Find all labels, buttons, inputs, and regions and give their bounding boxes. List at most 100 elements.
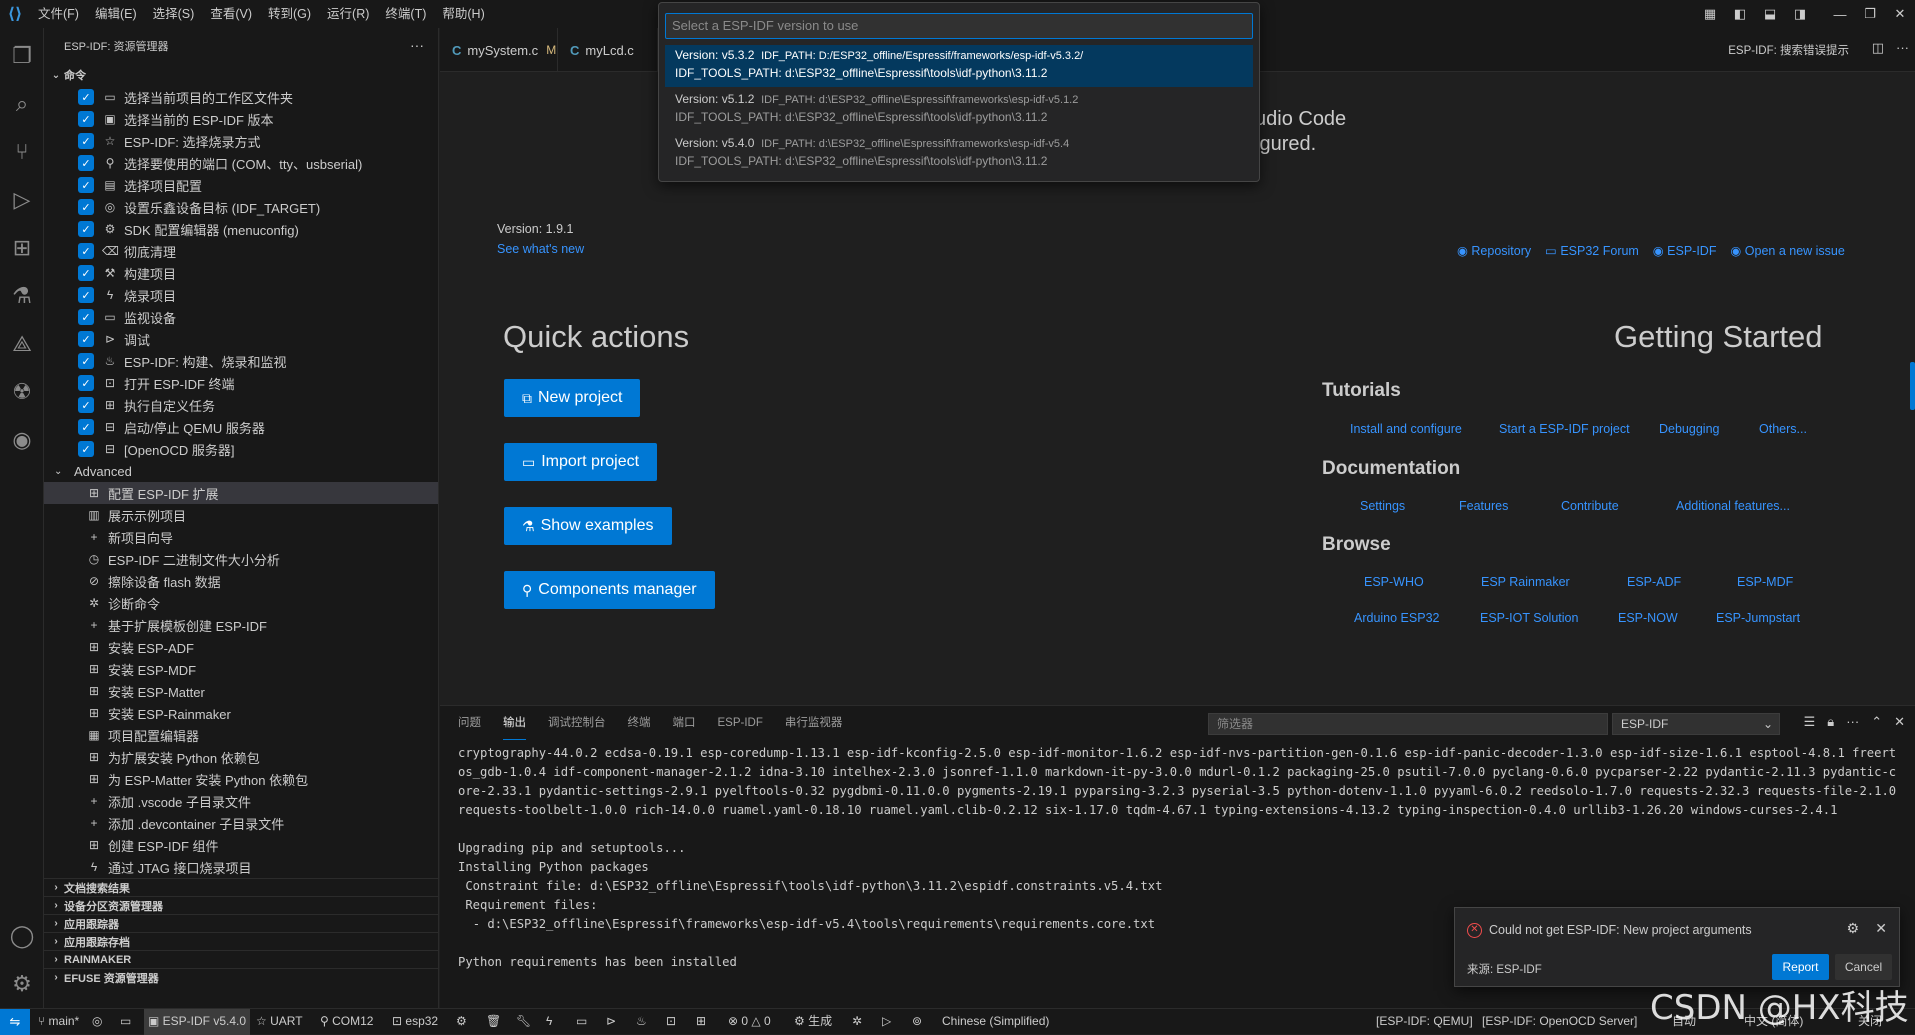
sidebar-section[interactable]: › RAINMAKER [44,950,438,968]
port-status[interactable]: ⚲ COM12 [320,1009,373,1035]
command-item[interactable]: ✓ ϟ 烧录项目 [44,284,438,306]
command-item[interactable]: ✓ ⌫ 彻底清理 [44,240,438,262]
language-status[interactable]: Chinese (Simplified) [942,1009,1049,1035]
espressif-logo-icon[interactable]: ◉ [0,420,44,460]
manage-gear-icon[interactable]: ⚙ [0,964,44,1004]
checkbox-icon[interactable]: ✓ [78,111,94,127]
sync-icon[interactable]: ◎ [92,1009,102,1035]
checkbox-icon[interactable]: ✓ [78,441,94,457]
esp-adf-link[interactable]: ESP-ADF [1627,575,1681,589]
tab-output[interactable]: 输出 [503,706,526,740]
quick-pick-input[interactable]: Select a ESP-IDF version to use [665,13,1253,39]
flash-icon[interactable]: ϟ [546,1009,552,1035]
checkbox-icon[interactable]: ✓ [78,287,94,303]
contribute-link[interactable]: Contribute [1561,499,1619,513]
advanced-item[interactable]: ✲ 诊断命令 [44,592,438,614]
flash-mode-status[interactable]: ☆ UART [256,1009,303,1035]
remote-indicator-icon[interactable]: ⇋ [0,1009,30,1035]
customize-layout-icon[interactable]: ▦ [1695,6,1725,22]
menu-selection[interactable]: 选择(S) [145,0,203,28]
run-debug-icon[interactable]: ▷ [0,180,44,220]
advanced-item[interactable]: ⊞ 安装 ESP-ADF [44,636,438,658]
tab-mylcd-c[interactable]: C myLcd.c [558,28,658,72]
clear-output-icon[interactable]: ☰ [1804,714,1816,730]
openocd-status[interactable]: [ESP-IDF: OpenOCD Server] [1482,1009,1637,1035]
testing-icon[interactable]: ⚗ [0,276,44,316]
checkbox-icon[interactable]: ✓ [78,353,94,369]
advanced-item[interactable]: ⊞ 配置 ESP-IDF 扩展 [44,482,438,504]
idf-version-status[interactable]: ▣ ESP-IDF v5.4.0 [144,1009,251,1035]
build-status[interactable]: ⚙ 生成 [794,1009,832,1035]
output-filter-input[interactable]: 筛选器 [1208,713,1608,735]
checkbox-icon[interactable]: ✓ [78,309,94,325]
account-icon[interactable]: ◯ [0,916,44,956]
build-flash-monitor-flame-icon[interactable]: ♨ [636,1009,647,1035]
menu-help[interactable]: 帮助(H) [434,0,492,28]
advanced-item[interactable]: ⊞ 安装 ESP-MDF [44,658,438,680]
esp-iot-solution-link[interactable]: ESP-IOT Solution [1480,611,1578,625]
restore-icon[interactable]: ❐ [1855,6,1885,22]
checkbox-icon[interactable]: ✓ [78,199,94,215]
forum-link[interactable]: ▭ ESP32 Forum [1545,244,1639,258]
close-panel-icon[interactable]: ✕ [1894,714,1905,730]
menu-go[interactable]: 转到(G) [260,0,319,28]
others-link[interactable]: Others... [1759,422,1807,436]
sidebar-section[interactable]: › 设备分区资源管理器 [44,896,438,914]
command-item[interactable]: ✓ ☆ ESP-IDF: 选择烧录方式 [44,130,438,152]
arduino-esp32-link[interactable]: Arduino ESP32 [1354,611,1439,625]
command-item[interactable]: ✓ ⊳ 调试 [44,328,438,350]
command-item[interactable]: ✓ ▭ 选择当前项目的工作区文件夹 [44,86,438,108]
command-item[interactable]: ✓ ⚲ 选择要使用的端口 (COM、tty、usbserial) [44,152,438,174]
advanced-item[interactable]: ⊞ 安装 ESP-Matter [44,680,438,702]
command-item[interactable]: ✓ ◎ 设置乐鑫设备目标 (IDF_TARGET) [44,196,438,218]
import-project-button[interactable]: ▭ Import project [504,443,658,481]
checkbox-icon[interactable]: ✓ [78,133,94,149]
remote-explorer-icon[interactable]: ⟁ [0,324,44,364]
tab-debug-console[interactable]: 调试控制台 [548,706,606,740]
checkbox-icon[interactable]: ✓ [78,155,94,171]
checkbox-icon[interactable]: ✓ [78,331,94,347]
checkbox-icon[interactable]: ✓ [78,221,94,237]
advanced-item[interactable]: + 添加 .devcontainer 子目录文件 [44,812,438,834]
close-window-icon[interactable]: ✕ [1885,6,1915,22]
toggle-sidebar-icon[interactable]: ◧ [1725,6,1755,22]
tab-mysystem-c[interactable]: C mySystem.c M [440,28,558,72]
advanced-item[interactable]: ▥ 展示示例项目 [44,504,438,526]
sidebar-section[interactable]: › 文档搜索结果 [44,878,438,896]
build-wrench-icon[interactable]: 🔧︎ [516,1009,531,1035]
install-configure-link[interactable]: Install and configure [1350,422,1462,436]
advanced-item[interactable]: ▦ 项目配置编辑器 [44,724,438,746]
search-icon[interactable]: ⌕ [0,84,44,124]
more-actions-icon[interactable]: ··· [410,37,424,53]
debug-icon[interactable]: ⊳ [606,1009,616,1035]
sidebar-section[interactable]: › 应用跟踪存档 [44,932,438,950]
toggle-panel-icon[interactable]: ⬓ [1755,6,1785,22]
quick-pick-item[interactable]: Version: v5.1.2 IDF_PATH: d:\ESP32_offli… [665,89,1253,131]
menu-terminal[interactable]: 终端(T) [377,0,434,28]
repository-link[interactable]: ◉ Repository [1457,244,1531,258]
workspace-folder-icon[interactable]: ▭ [120,1009,131,1035]
esp-mdf-link[interactable]: ESP-MDF [1737,575,1793,589]
show-examples-button[interactable]: ⚗ Show examples [504,507,672,545]
toggle-secondary-sidebar-icon[interactable]: ◨ [1785,6,1815,22]
command-item[interactable]: ✓ ⊟ [OpenOCD 服务器] [44,438,438,460]
panel-more-icon[interactable]: ··· [1846,714,1859,730]
split-editor-icon[interactable]: ◫ [1872,40,1884,56]
advanced-item[interactable]: + 添加 .vscode 子目录文件 [44,790,438,812]
command-item[interactable]: ✓ ⊞ 执行自定义任务 [44,394,438,416]
features-link[interactable]: Features [1459,499,1508,513]
source-control-icon[interactable]: ⑂ [0,132,44,172]
esp-jumpstart-link[interactable]: ESP-Jumpstart [1716,611,1800,625]
advanced-item[interactable]: ϟ 通过 JTAG 接口烧录项目 [44,856,438,878]
settings-link[interactable]: Settings [1360,499,1405,513]
tab-ports[interactable]: 端口 [673,706,696,740]
advanced-item[interactable]: + 新项目向导 [44,526,438,548]
esp-rainmaker-link[interactable]: ESP Rainmaker [1481,575,1570,589]
checkbox-icon[interactable]: ✓ [78,243,94,259]
command-item[interactable]: ✓ ⊡ 打开 ESP-IDF 终端 [44,372,438,394]
command-item[interactable]: ✓ ▣ 选择当前的 ESP-IDF 版本 [44,108,438,130]
new-issue-link[interactable]: ◉ Open a new issue [1730,244,1844,258]
menu-edit[interactable]: 编辑(E) [87,0,145,28]
run-icon[interactable]: ▷ [882,1009,891,1035]
command-item[interactable]: ✓ ▭ 监视设备 [44,306,438,328]
